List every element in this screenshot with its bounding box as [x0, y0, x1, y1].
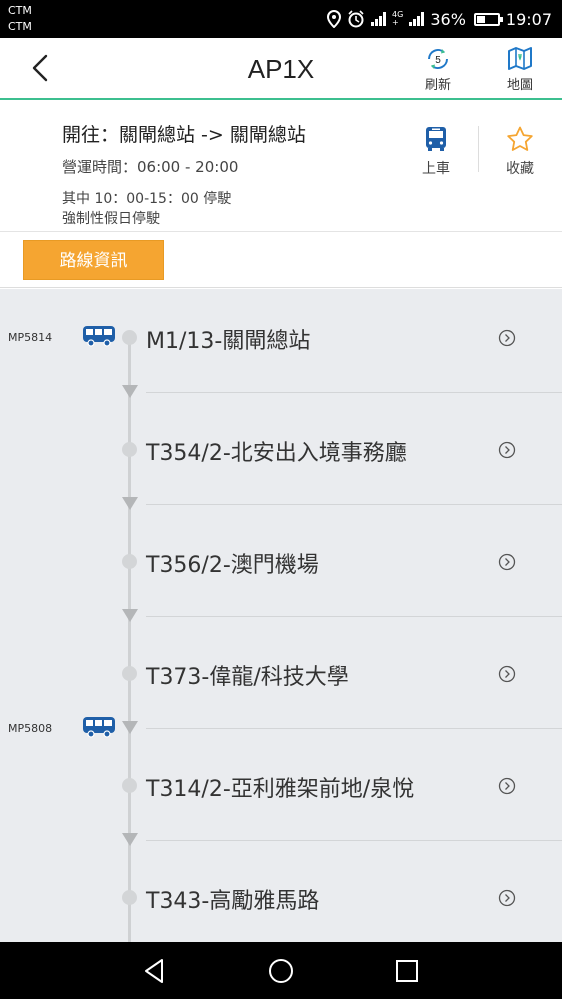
- divider: [146, 392, 562, 393]
- refresh-button[interactable]: 5 刷新: [410, 46, 466, 94]
- stop-name: M1/13-關閘總站: [146, 329, 311, 354]
- direction-arrow-icon: [122, 385, 138, 398]
- direction-arrow-icon: [122, 609, 138, 622]
- refresh-label: 刷新: [424, 78, 451, 93]
- stop-name: T354/2-北安出入境事務廳: [146, 441, 407, 466]
- nav-home-icon[interactable]: [266, 956, 296, 986]
- map-icon: [508, 47, 532, 70]
- battery-icon: [473, 12, 503, 26]
- nav-recents-icon[interactable]: [392, 956, 422, 986]
- list-item[interactable]: T343-高勵雅馬路: [0, 849, 562, 942]
- star-icon: [507, 126, 533, 151]
- stop-list[interactable]: M1/13-關閘總站 T354/2-北安出入境事務廳 T356/2-澳門機場 T…: [0, 289, 562, 942]
- network-tag: 4G +: [392, 11, 403, 27]
- stop-dot: [122, 890, 137, 905]
- favorite-label: 收藏: [506, 161, 534, 177]
- chevron-right-circle-icon[interactable]: [498, 441, 516, 459]
- alarm-icon: [348, 10, 364, 28]
- chevron-right-circle-icon[interactable]: [498, 665, 516, 683]
- chevron-right-circle-icon[interactable]: [498, 777, 516, 795]
- page-title: AP1X: [247, 54, 315, 84]
- refresh-countdown: 5: [435, 55, 441, 66]
- stop-dot: [122, 666, 137, 681]
- location-icon: [327, 10, 342, 28]
- signal-icon: [371, 12, 387, 26]
- route-destination: 開往：關閘總站 -> 關閘總站: [62, 124, 306, 146]
- direction-arrow-icon: [122, 721, 138, 734]
- stop-dot: [122, 778, 137, 793]
- board-label: 上車: [422, 161, 450, 177]
- bus-icon[interactable]: [82, 325, 116, 347]
- tab-bar: 路線資訊: [0, 232, 562, 288]
- battery-percent: 36%: [430, 9, 466, 29]
- status-icons: 4G + 36% 19:07: [327, 6, 552, 32]
- divider: [478, 126, 479, 172]
- bus-icon[interactable]: [82, 716, 116, 738]
- list-item[interactable]: T314/2-亞利雅架前地/泉悅: [0, 737, 562, 849]
- stop-dot: [122, 554, 137, 569]
- carrier-label-2: CTM: [8, 20, 32, 33]
- clock: 19:07: [505, 9, 552, 29]
- bus-plate-label: MP5814: [8, 331, 53, 344]
- direction-arrow-icon: [122, 833, 138, 846]
- favorite-button[interactable]: 收藏: [490, 126, 550, 178]
- list-item[interactable]: T354/2-北安出入境事務廳: [0, 401, 562, 513]
- signal-icon-2: [409, 12, 425, 26]
- chevron-right-circle-icon[interactable]: [498, 553, 516, 571]
- divider: [146, 840, 562, 841]
- bus-plate-label: MP5808: [8, 722, 53, 735]
- stop-dot: [122, 330, 137, 345]
- network-tag-bottom: +: [392, 18, 399, 27]
- map-label: 地圖: [506, 78, 533, 93]
- board-button[interactable]: 上車: [406, 126, 466, 178]
- tab-route-info[interactable]: 路線資訊: [23, 240, 164, 280]
- chevron-right-circle-icon[interactable]: [498, 329, 516, 347]
- divider: [146, 728, 562, 729]
- route-info-panel: 開往：關閘總站 -> 關閘總站 營運時間：06:00 - 20:00 其中 10…: [0, 100, 562, 232]
- chevron-right-circle-icon[interactable]: [498, 889, 516, 907]
- map-button[interactable]: 地圖: [492, 46, 548, 94]
- stop-name: T343-高勵雅馬路: [146, 889, 320, 914]
- divider: [146, 616, 562, 617]
- stop-name: T314/2-亞利雅架前地/泉悅: [146, 777, 415, 802]
- bus-front-icon: [426, 127, 446, 151]
- system-nav-bar: [0, 942, 562, 999]
- stop-dot: [122, 442, 137, 457]
- stop-name: T356/2-澳門機場: [146, 553, 319, 578]
- list-item[interactable]: T356/2-澳門機場: [0, 513, 562, 625]
- divider: [146, 504, 562, 505]
- app-header: AP1X 5 刷新 地圖: [0, 38, 562, 100]
- holiday-note: 強制性假日停駛: [62, 211, 160, 227]
- refresh-icon: 5: [428, 49, 448, 69]
- direction-arrow-icon: [122, 497, 138, 510]
- carrier-label-1: CTM: [8, 4, 32, 17]
- operating-hours: 營運時間：06:00 - 20:00: [62, 158, 239, 176]
- service-note: 其中 10：00-15：00 停駛: [62, 191, 232, 207]
- status-bar: CTM CTM 4G + 36% 19:07: [0, 0, 562, 38]
- nav-back-icon[interactable]: [140, 956, 170, 986]
- stop-name: T373-偉龍/科技大學: [146, 665, 349, 690]
